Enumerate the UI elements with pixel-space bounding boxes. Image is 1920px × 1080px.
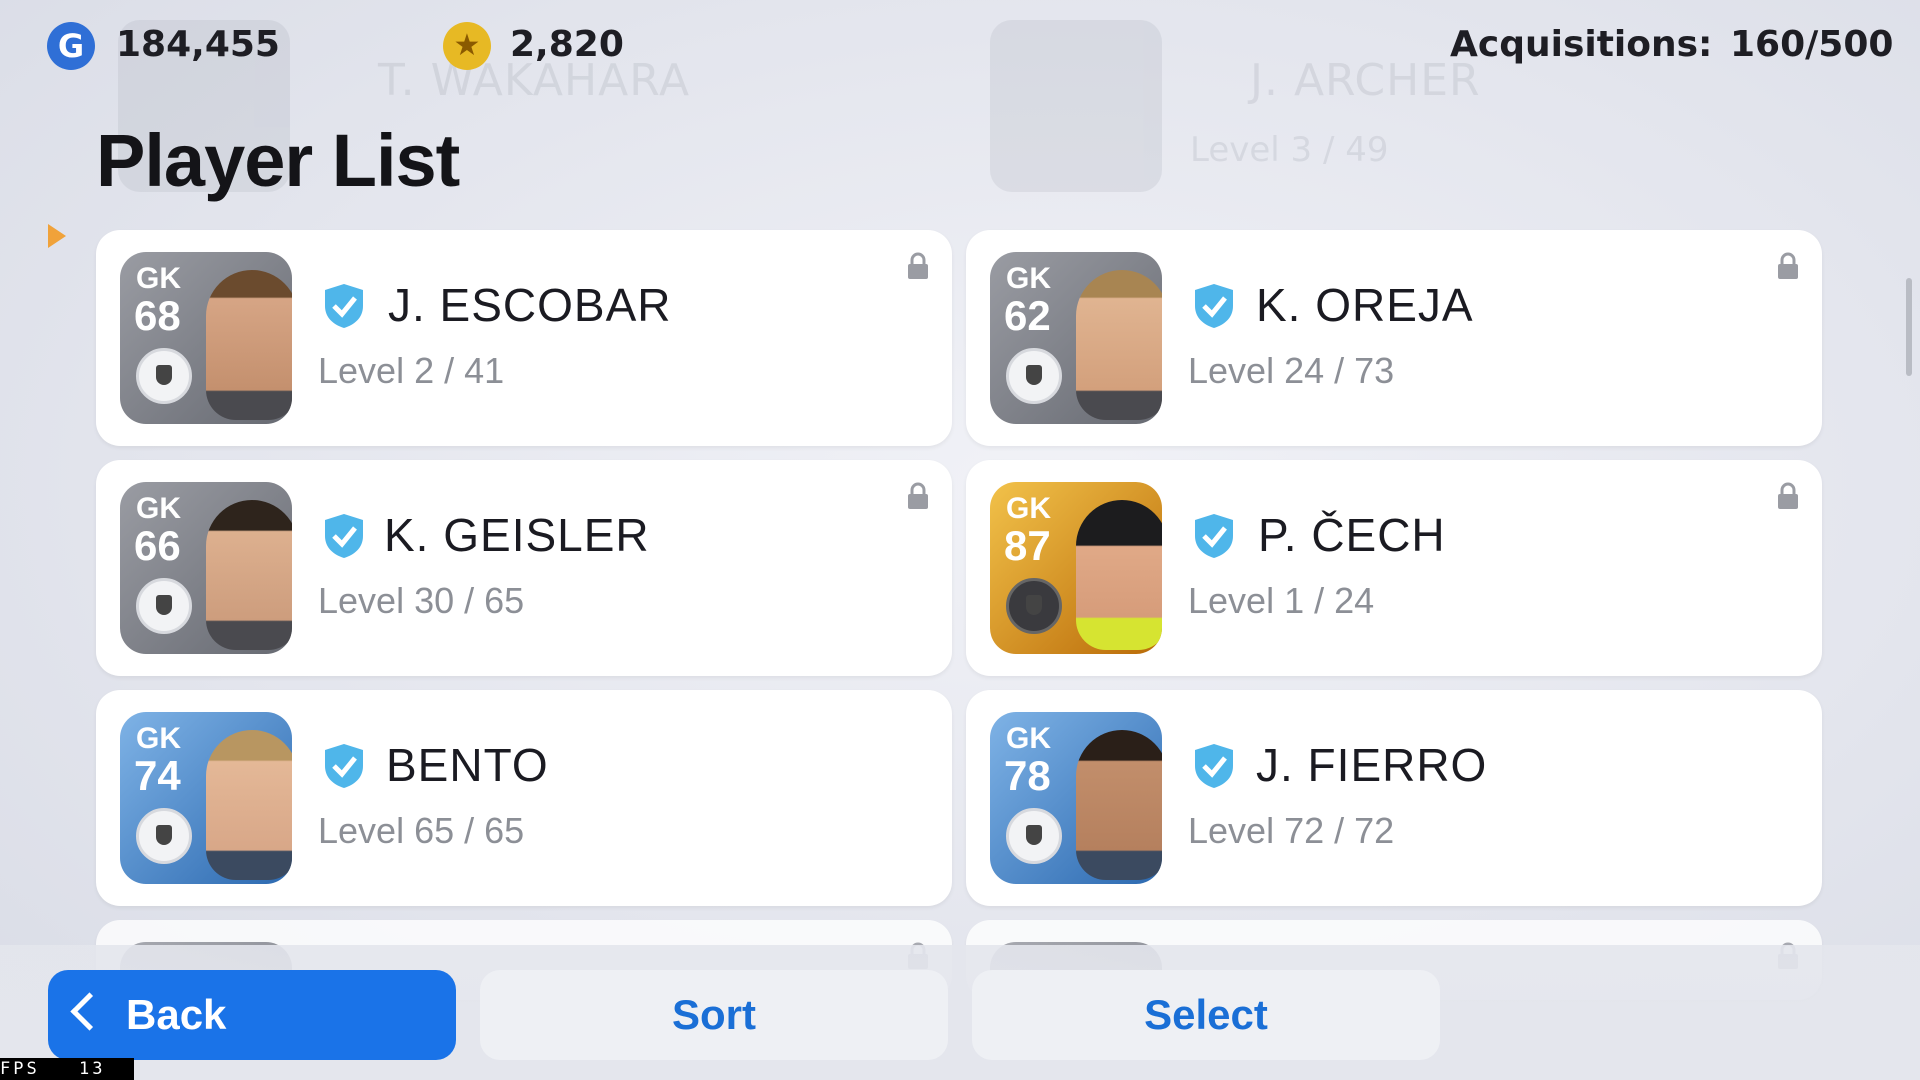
acquisitions-count: 160/500 bbox=[1730, 24, 1894, 65]
lock-icon bbox=[1778, 482, 1798, 509]
player-position: GK bbox=[136, 722, 181, 755]
player-level: Level 24 / 73 bbox=[1188, 350, 1395, 391]
acquisitions-label: Acquisitions: bbox=[1450, 24, 1713, 65]
player-portrait: GK 68 bbox=[120, 252, 292, 424]
player-rating: 62 bbox=[1004, 292, 1051, 339]
player-position: GK bbox=[1006, 492, 1051, 525]
player-rating: 66 bbox=[134, 522, 181, 569]
coin-amount: 2,820 bbox=[510, 24, 624, 65]
player-position: GK bbox=[1006, 722, 1051, 755]
player-card[interactable]: GK 74 BENTO Level 65 / 65 bbox=[96, 690, 952, 906]
player-portrait: GK 66 bbox=[120, 482, 292, 654]
select-button[interactable]: Select bbox=[972, 970, 1440, 1060]
player-rating: 78 bbox=[1004, 752, 1051, 799]
mouse-cursor-icon bbox=[48, 224, 66, 248]
player-portrait: GK 74 bbox=[120, 712, 292, 884]
verified-shield-icon bbox=[1195, 744, 1233, 788]
player-name: BENTO bbox=[386, 739, 549, 791]
club-badge-icon bbox=[136, 578, 192, 634]
lock-icon bbox=[1778, 252, 1798, 279]
player-portrait: GK 78 bbox=[990, 712, 1162, 884]
player-rating: 74 bbox=[134, 752, 181, 799]
bottom-bar: Back Sort Select bbox=[0, 945, 1920, 1080]
verified-shield-icon bbox=[1195, 284, 1233, 328]
page-title: Player List bbox=[96, 119, 460, 202]
gp-icon: G bbox=[47, 22, 95, 70]
scrollbar[interactable] bbox=[1906, 278, 1912, 376]
player-card[interactable]: GK 87 P. ČECH Level 1 / 24 bbox=[966, 460, 1822, 676]
player-face bbox=[1076, 500, 1162, 650]
chevron-left-icon bbox=[70, 992, 109, 1031]
fps-label: FPS bbox=[0, 1059, 40, 1079]
player-rating: 68 bbox=[134, 292, 181, 339]
back-label: Back bbox=[126, 991, 227, 1038]
player-level: Level 72 / 72 bbox=[1188, 810, 1395, 851]
top-bar: G 184,455 ★ 2,820 Acquisitions: 160/500 bbox=[0, 0, 1920, 90]
player-card[interactable]: GK 62 K. OREJA Level 24 / 73 bbox=[966, 230, 1822, 446]
player-level: Level 30 / 65 bbox=[318, 580, 525, 621]
club-badge-icon bbox=[1006, 808, 1062, 864]
player-name: K. OREJA bbox=[1256, 279, 1474, 331]
player-face bbox=[1076, 730, 1162, 880]
player-name: J. FIERRO bbox=[1256, 739, 1488, 791]
player-level: Level 1 / 24 bbox=[1188, 580, 1375, 621]
club-badge-icon bbox=[1006, 348, 1062, 404]
player-level: Level 65 / 65 bbox=[318, 810, 525, 851]
player-portrait: GK 62 bbox=[990, 252, 1162, 424]
player-portrait: GK 87 bbox=[990, 482, 1162, 654]
player-face bbox=[206, 500, 292, 650]
club-badge-icon bbox=[1006, 578, 1062, 634]
gp-amount: 184,455 bbox=[116, 24, 280, 65]
player-face bbox=[206, 270, 292, 420]
player-position: GK bbox=[136, 262, 181, 295]
verified-shield-icon bbox=[325, 744, 363, 788]
verified-shield-icon bbox=[1195, 514, 1233, 558]
coin-star-icon: ★ bbox=[443, 22, 491, 70]
player-level: Level 3 / 49 bbox=[1190, 130, 1389, 170]
player-name: J. ESCOBAR bbox=[388, 279, 672, 331]
fps-value: 13 bbox=[78, 1059, 106, 1079]
club-badge-icon bbox=[136, 348, 192, 404]
sort-button[interactable]: Sort bbox=[480, 970, 948, 1060]
player-card[interactable]: GK 68 J. ESCOBAR Level 2 / 41 bbox=[96, 230, 952, 446]
verified-shield-icon bbox=[325, 284, 363, 328]
player-face bbox=[206, 730, 292, 880]
verified-shield-icon bbox=[325, 514, 363, 558]
player-card[interactable]: GK 78 J. FIERRO Level 72 / 72 bbox=[966, 690, 1822, 906]
player-card[interactable]: GK 66 K. GEISLER Level 30 / 65 bbox=[96, 460, 952, 676]
back-button[interactable]: Back bbox=[48, 970, 456, 1060]
player-position: GK bbox=[1006, 262, 1051, 295]
lock-icon bbox=[908, 482, 928, 509]
club-badge-icon bbox=[136, 808, 192, 864]
lock-icon bbox=[908, 252, 928, 279]
player-name: K. GEISLER bbox=[384, 509, 650, 561]
player-rating: 87 bbox=[1004, 522, 1051, 569]
player-position: GK bbox=[136, 492, 181, 525]
player-face bbox=[1076, 270, 1162, 420]
player-name: P. ČECH bbox=[1258, 509, 1446, 561]
player-level: Level 2 / 41 bbox=[318, 350, 505, 391]
fps-counter: FPS 13 bbox=[0, 1058, 134, 1080]
